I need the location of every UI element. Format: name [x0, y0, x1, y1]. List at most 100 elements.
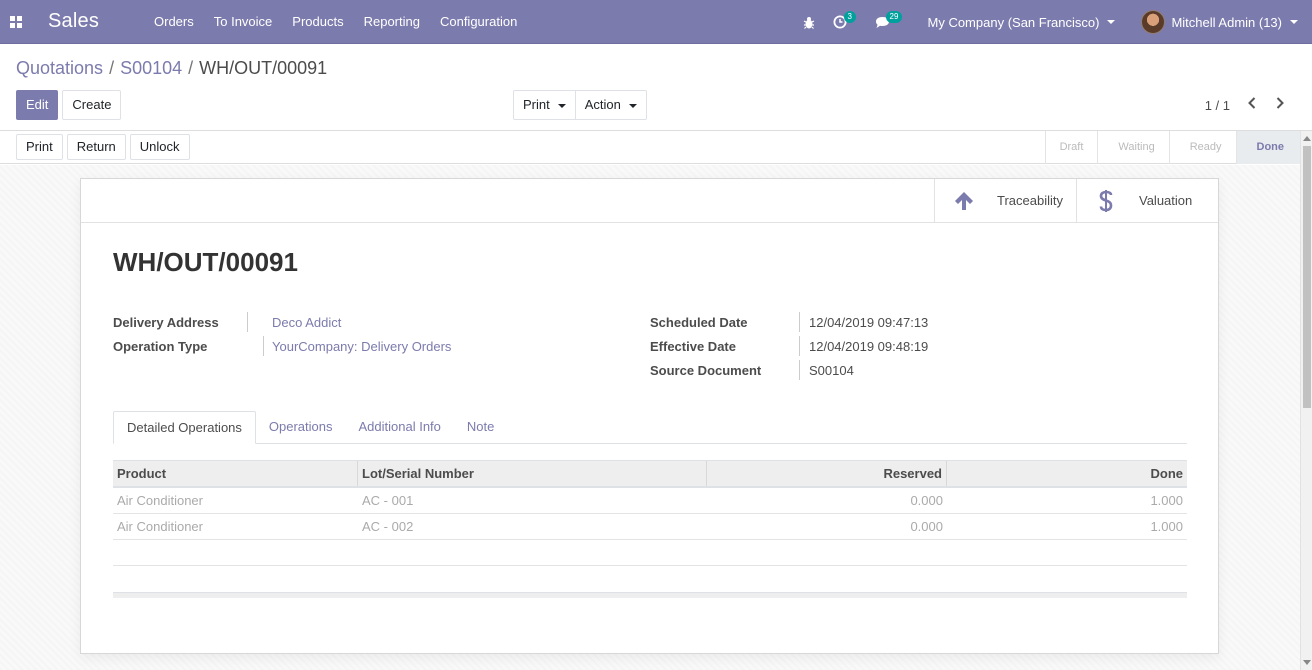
operation-type-link[interactable]: YourCompany: Delivery Orders — [272, 339, 451, 354]
stage-draft: Draft — [1044, 131, 1098, 164]
sidebar-dropdowns: Print Action — [513, 90, 647, 120]
stage-waiting: Waiting — [1097, 131, 1168, 164]
source-document-value: S00104 — [809, 362, 854, 378]
pager-previous-button[interactable] — [1238, 96, 1266, 114]
pager: 1 / 1 — [1205, 90, 1294, 120]
unlock-button[interactable]: Unlock — [129, 134, 190, 160]
scroll-down-arrow-icon[interactable] — [1303, 660, 1311, 665]
stage-pipeline: Draft Waiting Ready Done — [1044, 131, 1300, 164]
column-header-done[interactable]: Done — [947, 461, 1187, 486]
column-header-reserved[interactable]: Reserved — [707, 461, 947, 486]
menu-products[interactable]: Products — [282, 0, 353, 44]
notebook-tabs: Detailed Operations Operations Additiona… — [113, 411, 1187, 444]
messages-badge: 29 — [885, 11, 903, 23]
column-header-product[interactable]: Product — [113, 461, 358, 486]
scheduled-date-label: Scheduled Date — [650, 314, 748, 330]
action-dropdown-label: Action — [584, 97, 621, 112]
menu-reporting[interactable]: Reporting — [354, 0, 430, 44]
cell-lot: AC - 001 — [362, 493, 414, 508]
user-name: Mitchell Admin (13) — [1171, 14, 1282, 30]
detailed-operations-table: Product Lot/Serial Number Reserved Done … — [113, 460, 1187, 598]
app-name[interactable]: Sales — [48, 10, 144, 33]
arrow-up-icon — [951, 191, 977, 211]
scroll-thumb[interactable] — [1303, 146, 1311, 408]
tab-operations[interactable]: Operations — [256, 411, 346, 444]
divider — [799, 360, 800, 380]
status-bar: Print Return Unlock Draft Waiting Ready … — [0, 131, 1300, 164]
chevron-right-icon — [1276, 97, 1284, 109]
cell-lot: AC - 002 — [362, 519, 414, 534]
divider — [263, 336, 264, 356]
user-menu[interactable]: Mitchell Admin (13) — [1141, 10, 1298, 34]
apps-grid-icon — [10, 15, 22, 28]
breadcrumb-separator: / — [109, 58, 115, 78]
action-dropdown[interactable]: Action — [575, 90, 647, 120]
chevron-left-icon — [1248, 97, 1256, 109]
cell-done: 1.000 — [1150, 493, 1183, 508]
valuation-button[interactable]: Valuation — [1076, 179, 1218, 223]
top-navbar: Sales Orders To Invoice Products Reporti… — [0, 0, 1312, 44]
menu-to-invoice[interactable]: To Invoice — [204, 0, 283, 44]
print-button[interactable]: Print — [16, 134, 63, 160]
edit-button[interactable]: Edit — [16, 90, 59, 120]
menu-configuration[interactable]: Configuration — [430, 0, 527, 44]
table-header: Product Lot/Serial Number Reserved Done — [113, 460, 1187, 488]
tab-detailed-operations[interactable]: Detailed Operations — [113, 411, 256, 444]
tab-note[interactable]: Note — [454, 411, 507, 444]
divider — [799, 336, 800, 356]
breadcrumb-current: WH/OUT/00091 — [199, 58, 328, 78]
chevron-down-icon — [1290, 20, 1298, 24]
create-button[interactable]: Create — [62, 90, 122, 120]
traceability-button[interactable]: Traceability — [934, 179, 1076, 223]
form-buttons: Edit Create — [16, 90, 122, 120]
left-field-group: Delivery Address Deco Addict Operation T… — [113, 310, 451, 358]
breadcrumb-quotations[interactable]: Quotations — [16, 58, 103, 78]
cell-product: Air Conditioner — [117, 519, 203, 534]
statusbar-actions: Print Return Unlock — [16, 134, 190, 160]
chevron-down-icon — [557, 103, 566, 108]
tab-additional-info[interactable]: Additional Info — [346, 411, 454, 444]
company-switcher[interactable]: My Company (San Francisco) — [928, 15, 1116, 30]
scheduled-date-value: 12/04/2019 09:47:13 — [809, 314, 929, 330]
divider — [799, 312, 800, 332]
pager-next-button[interactable] — [1266, 96, 1294, 114]
cell-reserved: 0.000 — [910, 519, 943, 534]
chevron-down-icon — [1107, 20, 1116, 24]
right-field-group: Scheduled Date 12/04/2019 09:47:13 Effec… — [650, 310, 928, 382]
breadcrumb-separator: / — [188, 58, 194, 78]
activity-clock-icon[interactable]: 3 — [820, 0, 860, 44]
effective-date-value: 12/04/2019 09:48:19 — [809, 338, 929, 354]
print-dropdown[interactable]: Print — [513, 90, 576, 120]
messages-chat-icon[interactable]: 29 — [860, 0, 906, 44]
print-dropdown-label: Print — [523, 97, 550, 112]
vertical-scrollbar[interactable] — [1300, 131, 1312, 670]
chevron-down-icon — [628, 103, 637, 108]
return-button[interactable]: Return — [66, 134, 126, 160]
table-row[interactable]: Air Conditioner AC - 002 0.000 1.000 — [113, 514, 1187, 540]
pager-value[interactable]: 1 / 1 — [1205, 98, 1230, 113]
breadcrumb: Quotations / S00104/WH/OUT/00091 — [16, 58, 327, 79]
cell-reserved: 0.000 — [910, 493, 943, 508]
column-header-lot[interactable]: Lot/Serial Number — [358, 461, 707, 486]
operation-type-label: Operation Type — [113, 338, 208, 354]
divider — [81, 222, 936, 223]
stage-ready: Ready — [1168, 131, 1236, 164]
navbar-systray: 3 29 My Company (San Francisco) Mitchell… — [798, 0, 1312, 44]
main-menu: Orders To Invoice Products Reporting Con… — [144, 0, 527, 44]
delivery-address-label: Delivery Address — [113, 314, 219, 330]
delivery-address-link[interactable]: Deco Addict — [272, 315, 341, 330]
avatar — [1141, 10, 1166, 34]
smart-button-box: Traceability Valuation — [934, 179, 1218, 223]
traceability-label: Traceability — [997, 193, 1063, 208]
table-row[interactable]: Air Conditioner AC - 001 0.000 1.000 — [113, 488, 1187, 514]
valuation-label: Valuation — [1139, 193, 1193, 208]
activity-badge: 3 — [843, 11, 856, 23]
breadcrumb-order[interactable]: S00104 — [120, 58, 182, 78]
scroll-up-arrow-icon[interactable] — [1303, 136, 1311, 141]
source-document-label: Source Document — [650, 362, 762, 378]
control-panel: Quotations / S00104/WH/OUT/00091 Edit Crea… — [0, 45, 1312, 131]
menu-orders[interactable]: Orders — [144, 0, 204, 44]
empty-table-row — [113, 540, 1187, 566]
apps-menu-button[interactable] — [0, 0, 32, 44]
debug-bug-icon[interactable] — [798, 0, 820, 44]
